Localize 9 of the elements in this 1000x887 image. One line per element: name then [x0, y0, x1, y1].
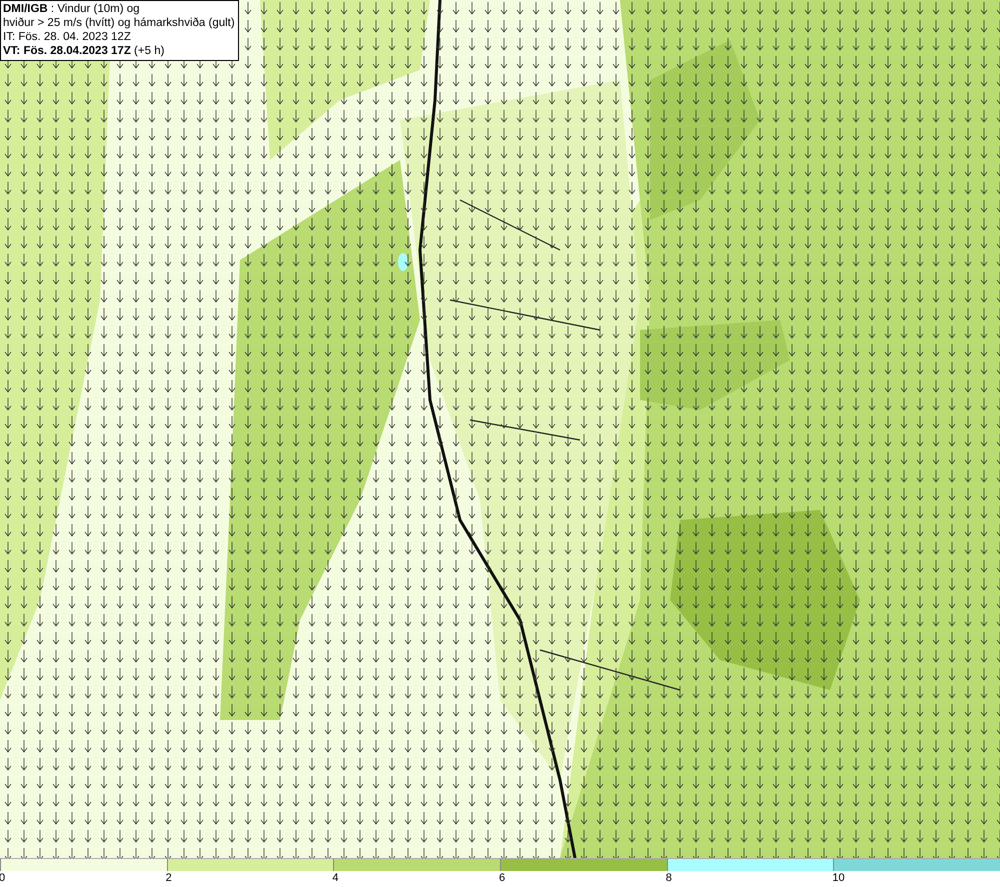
legend-label: 2 [166, 871, 172, 885]
info-text: hviður > 25 m/s (hvítt) og hámarkshviða (gult) [3, 16, 235, 30]
legend-label: 10 [832, 871, 845, 885]
info-text: IT: Fös. 28. 04. 2023 12Z [3, 30, 132, 44]
info-text: VT: Fös. 28.04.2023 17Z (+5 h) [3, 44, 166, 58]
legend-label: 6 [499, 871, 506, 885]
legend-label: 8 [666, 871, 672, 885]
info-text: DMI/IGB : Vindur (10m) og [3, 2, 141, 16]
legend-label: 4 [332, 871, 338, 885]
